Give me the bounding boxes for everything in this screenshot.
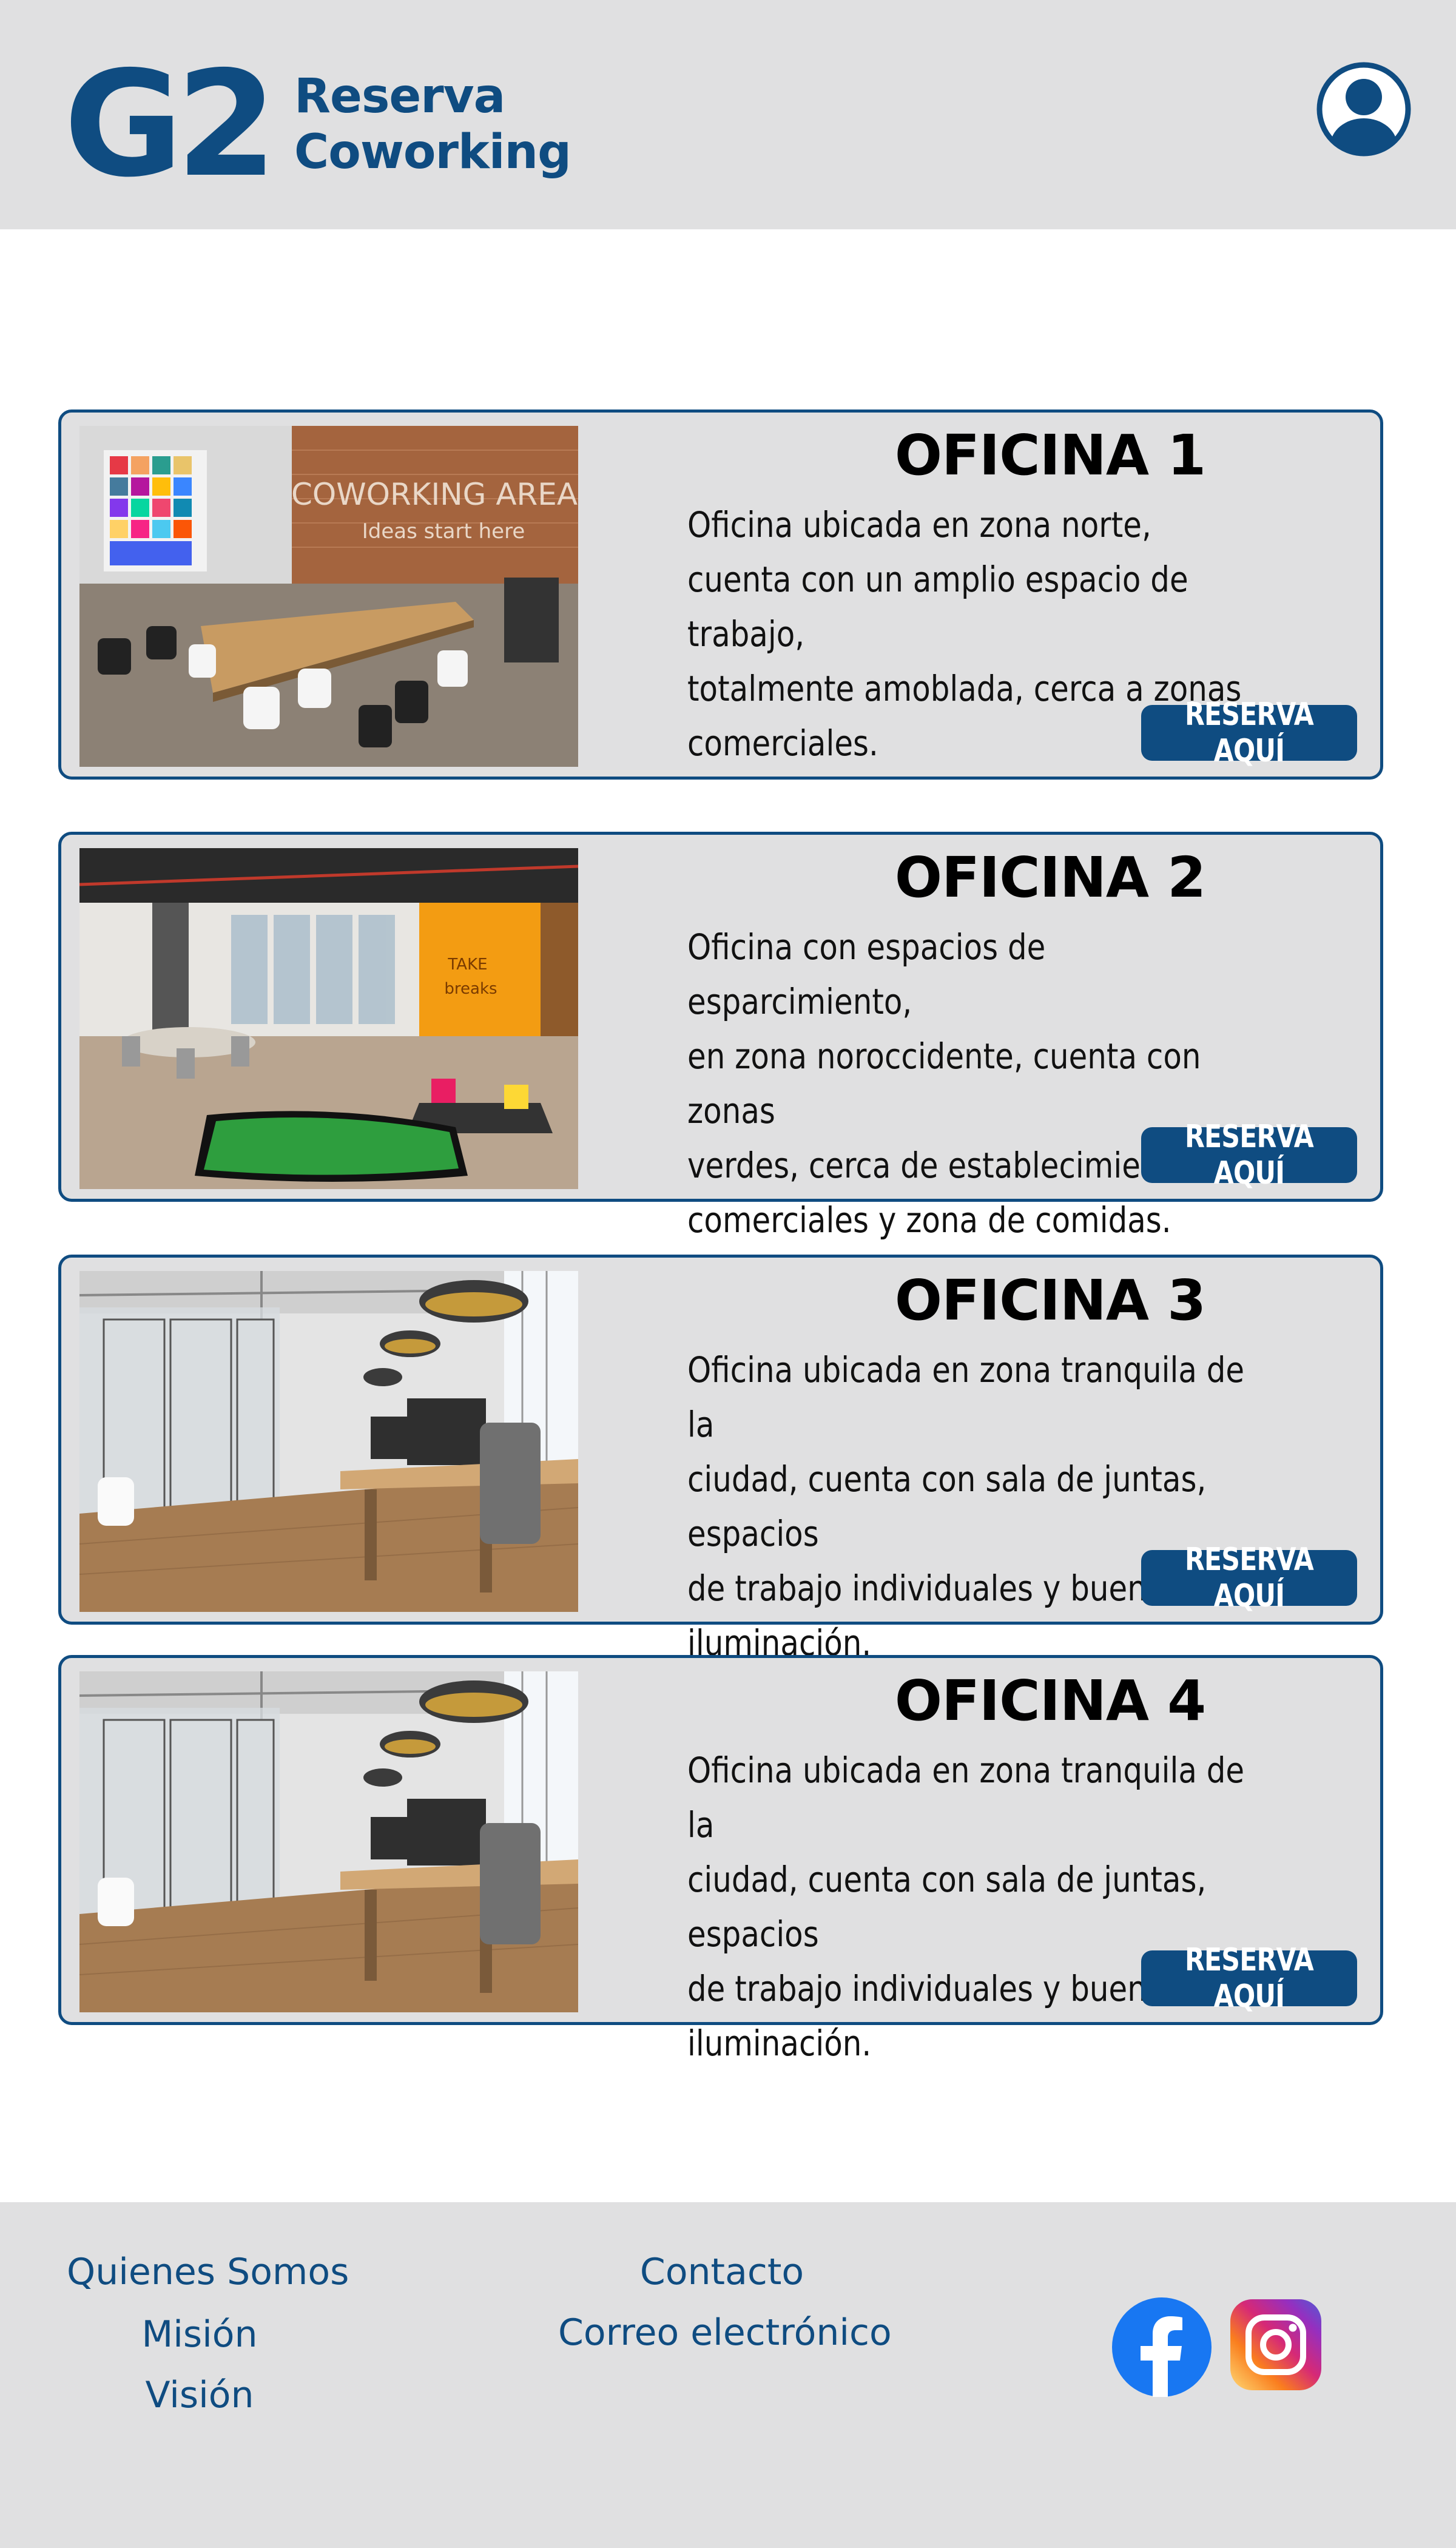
user-avatar-button[interactable] bbox=[1315, 61, 1412, 158]
footer-link-contacto[interactable]: Contacto bbox=[558, 2251, 886, 2293]
instagram-icon bbox=[1230, 2299, 1321, 2390]
office-description-2: Oficina con espacios de esparcimiento, e… bbox=[687, 926, 1206, 1241]
reserve-button-2-label: RESERVA AQUÍ bbox=[1184, 1119, 1314, 1191]
svg-text:TAKE: TAKE bbox=[447, 956, 487, 974]
svg-text:COWORKING AREA: COWORKING AREA bbox=[291, 477, 578, 512]
reserve-button-3[interactable]: RESERVA AQUÍ bbox=[1141, 1542, 1357, 1614]
logo-line-1: Reserva bbox=[294, 69, 505, 124]
footer-link-correo[interactable]: Correo electrónico bbox=[558, 2311, 892, 2354]
facebook-icon bbox=[1112, 2297, 1212, 2397]
reserve-button-3-label: RESERVA AQUÍ bbox=[1184, 1542, 1314, 1614]
office-description-3: Oficina ubicada en zona tranquila de la … bbox=[687, 1349, 1245, 1663]
svg-text:Ideas start here: Ideas start here bbox=[362, 519, 525, 544]
office-title-3: OFICINA 3 bbox=[894, 1268, 1206, 1333]
office-title-1: OFICINA 1 bbox=[894, 423, 1206, 488]
reserve-button-2[interactable]: RESERVA AQUÍ bbox=[1141, 1119, 1357, 1191]
footer: Quienes Somos Misión Visión Contacto Cor… bbox=[0, 2202, 1456, 2548]
office-photo-3 bbox=[79, 1271, 578, 1612]
svg-text:breaks: breaks bbox=[444, 980, 497, 998]
footer-link-vision[interactable]: Visión bbox=[67, 2374, 332, 2416]
logo-text: Reserva Coworking bbox=[294, 69, 571, 180]
reserve-button-1[interactable]: RESERVA AQUÍ bbox=[1141, 696, 1357, 769]
logo-mark: G2 bbox=[64, 39, 277, 209]
user-circle-icon bbox=[1316, 62, 1411, 157]
office-photo-1: COWORKING AREA Ideas start here bbox=[79, 426, 578, 767]
office-description-4: Oficina ubicada en zona tranquila de la … bbox=[687, 1750, 1245, 2064]
reserve-button-4-label: RESERVA AQUÍ bbox=[1184, 1942, 1314, 2015]
header: G2 Reserva Coworking bbox=[0, 0, 1456, 229]
footer-link-quienes-somos[interactable]: Quienes Somos bbox=[67, 2251, 349, 2293]
reserve-button-4[interactable]: RESERVA AQUÍ bbox=[1141, 1942, 1357, 2015]
office-title-4: OFICINA 4 bbox=[894, 1668, 1206, 1733]
footer-link-mision[interactable]: Misión bbox=[67, 2313, 332, 2356]
office-card-3: OFICINA 3 Oficina ubicada en zona tranqu… bbox=[58, 1255, 1383, 1663]
logo-line-2: Coworking bbox=[294, 125, 571, 180]
instagram-link[interactable] bbox=[1230, 2299, 1321, 2390]
office-photo-4 bbox=[79, 1671, 578, 2012]
reserve-button-1-label: RESERVA AQUÍ bbox=[1184, 696, 1314, 769]
office-photo-2: TAKE breaks bbox=[79, 848, 578, 1189]
office-card-4: OFICINA 4 Oficina ubicada en zona tranqu… bbox=[58, 1655, 1383, 2064]
logo[interactable]: G2 Reserva Coworking bbox=[64, 52, 571, 197]
office-card-2: TAKE breaks OFICINA 2 Oficina con espaci… bbox=[58, 832, 1383, 1241]
facebook-link[interactable] bbox=[1112, 2297, 1212, 2397]
office-title-2: OFICINA 2 bbox=[894, 845, 1206, 910]
office-card-1: COWORKING AREA Ideas start here OFICINA … bbox=[58, 410, 1383, 780]
